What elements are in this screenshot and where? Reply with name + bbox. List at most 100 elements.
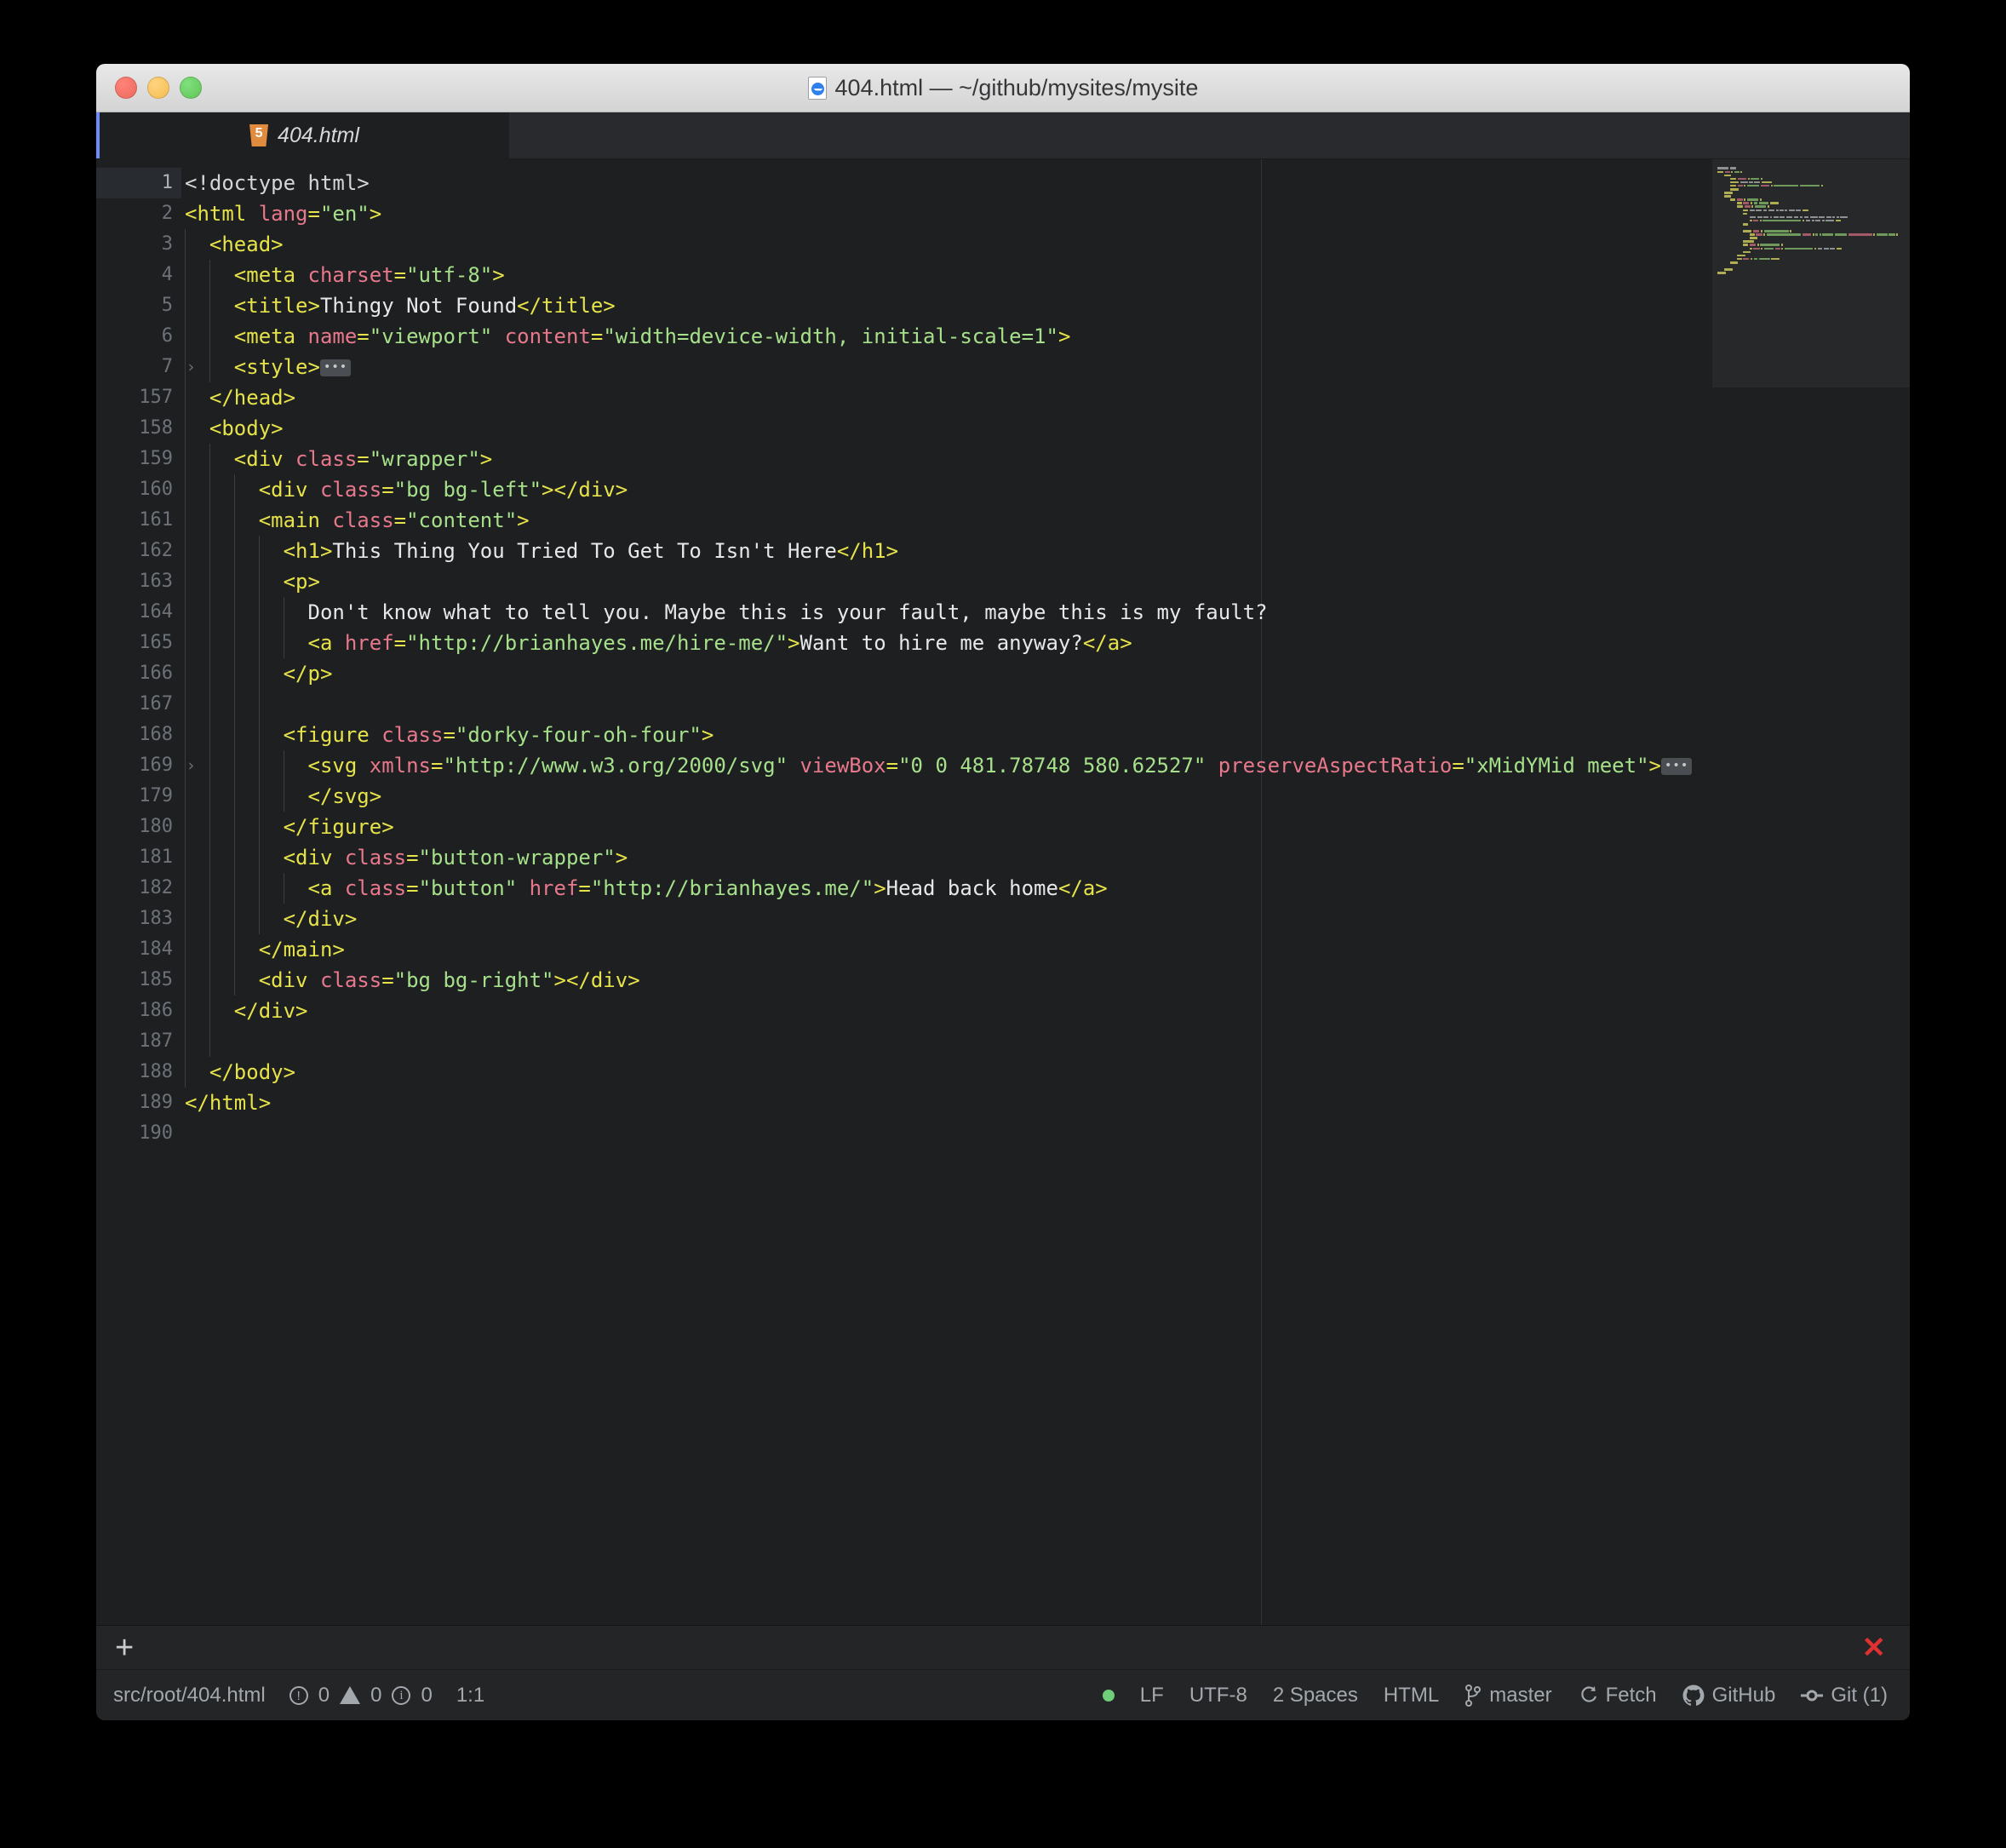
- code-line[interactable]: <body>: [181, 413, 1910, 444]
- diagnostics-counts[interactable]: 0 0 0: [289, 1684, 433, 1707]
- line-ending-selector[interactable]: LF: [1140, 1684, 1164, 1707]
- code-token-tag: <div: [283, 846, 345, 869]
- line-number[interactable]: 182: [96, 873, 181, 904]
- code-editor[interactable]: 1 2 3 4 5 6 7 › 157 158 159 160 161 162 163 164 165 166 16…: [96, 159, 1910, 1625]
- line-number[interactable]: 159: [96, 444, 181, 474]
- line-number[interactable]: 160: [96, 474, 181, 505]
- code-line[interactable]: <style> •••: [181, 352, 1910, 382]
- code-line[interactable]: <h1>This Thing You Tried To Get To Isn't…: [181, 536, 1910, 566]
- code-line[interactable]: </figure>: [181, 812, 1910, 842]
- code-token-tag: </p>: [283, 662, 333, 686]
- code-line[interactable]: <meta charset="utf-8">: [181, 260, 1910, 290]
- code-token-tag: ></div>: [542, 478, 628, 502]
- code-token-str: "wrapper": [369, 447, 480, 471]
- line-number[interactable]: 184: [96, 934, 181, 965]
- line-number[interactable]: 169 ›: [96, 750, 196, 781]
- code-line[interactable]: </head>: [181, 382, 1910, 413]
- line-number[interactable]: 187: [96, 1026, 181, 1057]
- line-number[interactable]: 167: [96, 689, 181, 720]
- code-line[interactable]: [181, 1118, 1910, 1149]
- code-line[interactable]: <div class="button-wrapper">: [181, 842, 1910, 873]
- line-number[interactable]: 162: [96, 536, 181, 566]
- zoom-window-button[interactable]: [180, 77, 202, 99]
- line-number[interactable]: 165: [96, 628, 181, 658]
- minimize-window-button[interactable]: [147, 77, 169, 99]
- close-window-button[interactable]: [115, 77, 137, 99]
- code-line[interactable]: <title>Thingy Not Found</title>: [181, 290, 1910, 321]
- code-line[interactable]: <div class="bg bg-left"></div>: [181, 474, 1910, 505]
- line-number[interactable]: 3: [96, 229, 181, 260]
- line-number[interactable]: 4: [96, 260, 181, 290]
- folded-code-chip[interactable]: •••: [319, 359, 352, 376]
- cursor-position[interactable]: 1:1: [456, 1684, 484, 1707]
- code-token-str: "http://www.w3.org/2000/svg": [443, 754, 788, 778]
- line-number[interactable]: 166: [96, 658, 181, 689]
- fetch-button[interactable]: Fetch: [1578, 1684, 1657, 1707]
- line-number[interactable]: 190: [96, 1118, 181, 1149]
- grammar-selector[interactable]: HTML: [1384, 1684, 1439, 1707]
- line-number[interactable]: 168: [96, 720, 181, 750]
- code-line[interactable]: </main>: [181, 934, 1910, 965]
- code-line[interactable]: <p>: [181, 566, 1910, 597]
- line-number[interactable]: 161: [96, 505, 181, 536]
- line-number[interactable]: 183: [96, 904, 181, 934]
- code-line[interactable]: Don't know what to tell you. Maybe this …: [181, 597, 1910, 628]
- git-changes-button[interactable]: Git (1): [1801, 1684, 1888, 1707]
- code-line[interactable]: </p>: [181, 658, 1910, 689]
- line-number[interactable]: 5: [96, 290, 181, 321]
- line-number[interactable]: 185: [96, 965, 181, 996]
- line-number[interactable]: 1: [96, 168, 181, 198]
- code-line[interactable]: </div>: [181, 904, 1910, 934]
- line-number[interactable]: 186: [96, 996, 181, 1026]
- code-content-area[interactable]: <!doctype html> <html lang="en"> <head> <…: [181, 159, 1910, 1625]
- code-line[interactable]: <div class="wrapper">: [181, 444, 1910, 474]
- code-line[interactable]: <main class="content">: [181, 505, 1910, 536]
- indent-guide: [258, 536, 260, 934]
- line-number[interactable]: 179: [96, 781, 181, 812]
- folded-code-chip[interactable]: •••: [1660, 758, 1693, 775]
- line-number[interactable]: 189: [96, 1088, 181, 1118]
- code-line[interactable]: [181, 689, 1910, 720]
- code-token-attr: xmlns: [369, 754, 431, 778]
- line-number[interactable]: 2: [96, 198, 181, 229]
- line-number[interactable]: 163: [96, 566, 181, 597]
- minimap[interactable]: [1712, 159, 1910, 1625]
- code-line[interactable]: <!doctype html>: [181, 168, 1910, 198]
- line-number[interactable]: 164: [96, 597, 181, 628]
- code-line[interactable]: </html>: [181, 1088, 1910, 1118]
- github-button[interactable]: GitHub: [1682, 1684, 1775, 1707]
- line-number[interactable]: 180: [96, 812, 181, 842]
- code-token-txt: Don't know what to tell you. Maybe this …: [307, 600, 1268, 624]
- code-token-attr: href: [344, 631, 394, 655]
- line-number-gutter[interactable]: 1 2 3 4 5 6 7 › 157 158 159 160 161 162 163 164 165 166 16…: [96, 159, 196, 1625]
- code-token-tag: <div: [233, 447, 296, 471]
- code-token-str: "http://brianhayes.me/hire-me/": [406, 631, 788, 655]
- code-line[interactable]: <div class="bg bg-right"></div>: [181, 965, 1910, 996]
- line-number[interactable]: 157: [96, 382, 181, 413]
- code-line[interactable]: </div>: [181, 996, 1910, 1026]
- line-number[interactable]: 7 ›: [96, 352, 196, 382]
- line-number[interactable]: 188: [96, 1057, 181, 1088]
- encoding-selector[interactable]: UTF-8: [1189, 1684, 1247, 1707]
- code-line[interactable]: <a class="button" href="http://brianhaye…: [181, 873, 1910, 904]
- code-token-tag: =: [886, 754, 899, 778]
- line-number[interactable]: 158: [96, 413, 181, 444]
- line-number[interactable]: 181: [96, 842, 181, 873]
- code-token-tag: <div: [258, 968, 320, 992]
- git-branch-indicator[interactable]: master: [1464, 1684, 1552, 1707]
- code-line[interactable]: <figure class="dorky-four-oh-four">: [181, 720, 1910, 750]
- code-line[interactable]: <meta name="viewport" content="width=dev…: [181, 321, 1910, 352]
- indentation-selector[interactable]: 2 Spaces: [1273, 1684, 1358, 1707]
- code-line[interactable]: </body>: [181, 1057, 1910, 1088]
- code-line[interactable]: <a href="http://brianhayes.me/hire-me/">…: [181, 628, 1910, 658]
- code-line[interactable]: [181, 1026, 1910, 1057]
- tab-404-html[interactable]: 404.html: [96, 112, 509, 158]
- line-number[interactable]: 6: [96, 321, 181, 352]
- status-file-path[interactable]: src/root/404.html: [113, 1684, 266, 1707]
- add-panel-icon[interactable]: +: [115, 1632, 134, 1664]
- code-line[interactable]: </svg>: [181, 781, 1910, 812]
- code-line[interactable]: <head>: [181, 229, 1910, 260]
- code-line[interactable]: <html lang="en">: [181, 198, 1910, 229]
- close-panel-icon[interactable]: ✕: [1862, 1633, 1887, 1662]
- code-line[interactable]: <svg xmlns="http://www.w3.org/2000/svg" …: [181, 750, 1910, 781]
